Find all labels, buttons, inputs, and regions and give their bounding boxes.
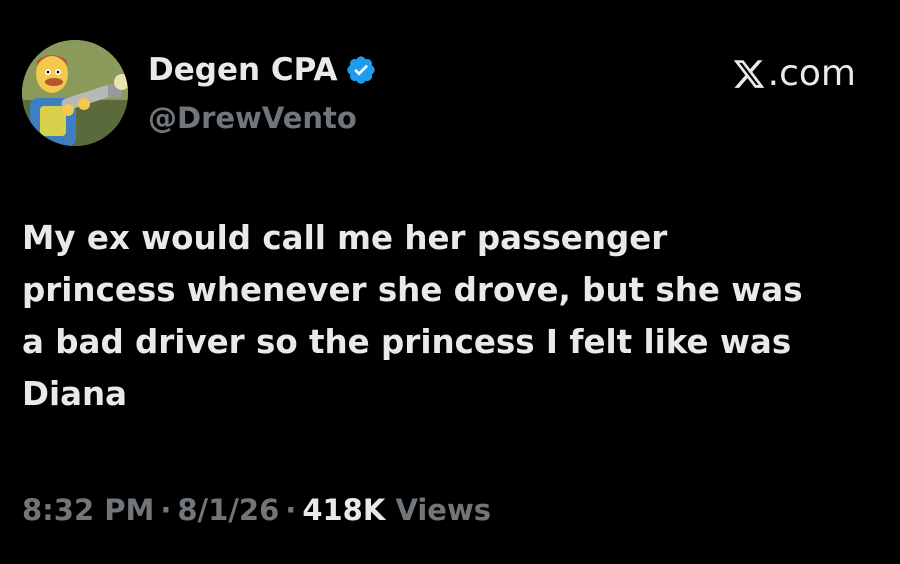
verified-badge-icon	[345, 54, 377, 86]
tweet-card: Degen CPA @DrewVento .com My ex would ca…	[0, 0, 900, 564]
tweet-date[interactable]: 8/1/26	[177, 493, 279, 527]
tweet-text: My ex would call me her passenger prince…	[22, 219, 803, 413]
meta-separator: ·	[285, 493, 297, 527]
views-count: 418K	[302, 493, 386, 527]
tweet-meta: 8:32 PM · 8/1/26 · 418K Views	[22, 488, 491, 532]
tweet-time[interactable]: 8:32 PM	[22, 493, 154, 527]
avatar[interactable]	[22, 40, 128, 146]
meta-separator: ·	[160, 493, 172, 527]
author-name-row[interactable]: Degen CPA	[148, 50, 377, 90]
x-logo-icon	[731, 57, 767, 91]
cartoon-man-with-leaf-blower-avatar	[22, 40, 128, 146]
author-name[interactable]: Degen CPA	[148, 50, 337, 90]
views-label: Views	[395, 493, 492, 527]
brand-suffix: .com	[767, 53, 856, 94]
author-handle[interactable]: @DrewVento	[148, 98, 357, 138]
site-brand: .com	[731, 52, 856, 96]
